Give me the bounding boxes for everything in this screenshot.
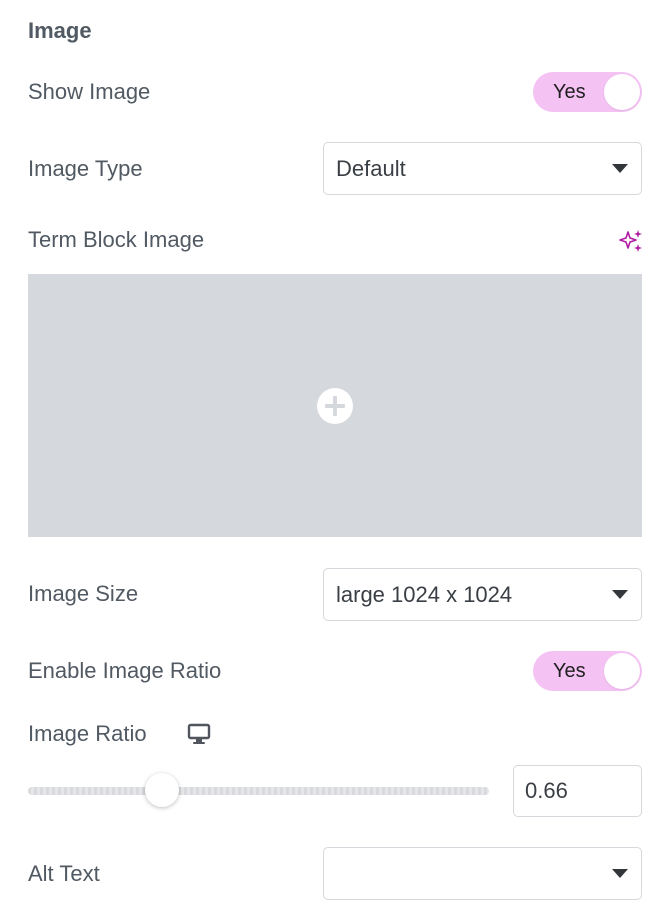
image-media-picker[interactable] — [28, 274, 642, 537]
image-type-value: Default — [336, 156, 406, 181]
section-title: Image — [28, 18, 92, 43]
enable-image-ratio-label: Enable Image Ratio — [28, 658, 222, 683]
toggle-knob — [604, 653, 640, 689]
chevron-down-icon — [612, 869, 628, 878]
toggle-knob — [604, 74, 640, 110]
show-image-toggle-text: Yes — [553, 81, 586, 103]
show-image-toggle[interactable]: Yes — [533, 72, 642, 112]
show-image-label: Show Image — [28, 79, 151, 104]
chevron-down-icon — [612, 590, 628, 599]
image-size-value: large 1024 x 1024 — [336, 582, 513, 607]
desktop-icon[interactable] — [187, 723, 211, 745]
image-type-label: Image Type — [28, 156, 143, 181]
alt-text-label: Alt Text — [28, 861, 100, 886]
chevron-down-icon — [612, 164, 628, 173]
term-block-image-label: Term Block Image — [28, 227, 205, 252]
image-size-select[interactable]: large 1024 x 1024 — [323, 568, 642, 621]
image-ratio-label: Image Ratio — [28, 721, 147, 746]
enable-image-ratio-toggle[interactable]: Yes — [533, 651, 642, 691]
image-ratio-slider-thumb[interactable] — [144, 773, 179, 807]
image-settings-panel: Image Show Image Yes Image Type Default … — [0, 0, 662, 910]
image-ratio-input[interactable]: 0.66 — [513, 765, 642, 817]
image-size-label: Image Size — [28, 581, 139, 606]
image-type-select[interactable]: Default — [323, 142, 642, 195]
enable-ratio-toggle-text: Yes — [553, 660, 586, 682]
sparkle-icon[interactable] — [618, 228, 644, 254]
alt-text-select[interactable] — [323, 847, 642, 900]
plus-circle-icon — [317, 388, 353, 424]
image-ratio-slider-track[interactable] — [28, 787, 489, 795]
